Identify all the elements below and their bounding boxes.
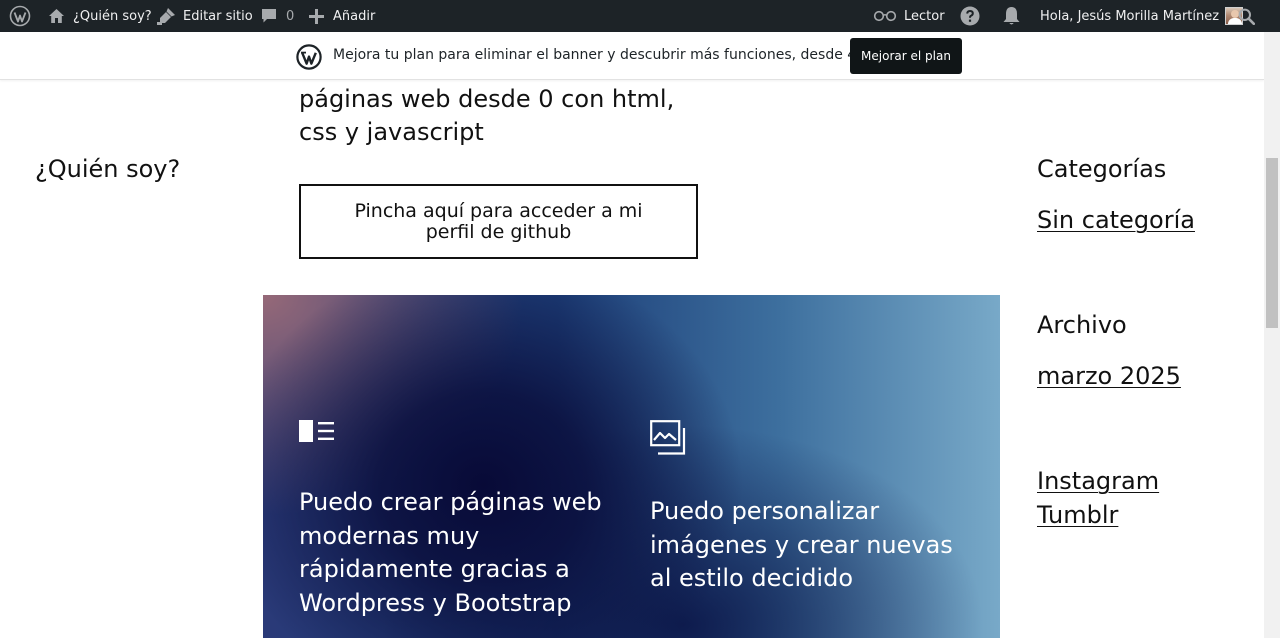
wordpress-logo-icon	[296, 44, 322, 70]
feature-web-line-1: Puedo crear páginas web	[299, 488, 602, 516]
github-profile-button[interactable]: Pincha aquí para acceder a mi perfil de …	[299, 184, 698, 259]
layout-icon	[299, 420, 335, 448]
hero-text-line-2: css y javascript	[299, 118, 484, 146]
help-icon	[960, 6, 980, 26]
adminbar-reader[interactable]: Lector	[873, 0, 945, 32]
feature-web-line-3: rápidamente gracias a	[299, 555, 570, 583]
search-icon	[1238, 8, 1255, 25]
adminbar-help[interactable]	[960, 0, 980, 32]
adminbar-edit-site-label: Editar sitio	[183, 8, 253, 24]
feature-web-text: Puedo crear páginas web modernas muy ráp…	[299, 486, 602, 620]
archive-link-marzo-2025[interactable]: marzo 2025	[1037, 359, 1181, 393]
archive-heading: Archivo	[1037, 311, 1127, 339]
adminbar-site-label: ¿Quién soy?	[73, 8, 152, 24]
categories-heading: Categorías	[1037, 155, 1167, 183]
social-link-tumblr[interactable]: Tumblr	[1037, 498, 1118, 532]
feature-images-line-2: imágenes y crear nuevas	[650, 530, 953, 559]
adminbar-add-new[interactable]: Añadir	[309, 0, 375, 32]
feature-web-line-2: modernas muy	[299, 521, 480, 550]
home-icon	[48, 8, 65, 24]
adminbar-add-new-label: Añadir	[333, 8, 376, 24]
wordpress-logo-button[interactable]	[9, 0, 31, 32]
brush-icon	[157, 7, 176, 25]
feature-images-line-3: al estilo decidido	[650, 564, 854, 592]
adminbar-comments-count: 0	[286, 8, 295, 24]
upgrade-plan-button[interactable]: Mejorar el plan	[850, 38, 962, 74]
adminbar-account[interactable]: Hola, Jesús Morilla Martínez	[1040, 0, 1244, 32]
adminbar-edit-site[interactable]: Editar sitio	[157, 0, 253, 32]
feature-images-text: Puedo personalizar imágenes y crear nuev…	[650, 495, 953, 596]
wordpress-logo-icon	[9, 5, 31, 27]
page-scrollbar-thumb[interactable]	[1266, 158, 1278, 328]
adminbar-greeting: Hola, Jesús Morilla Martínez	[1040, 8, 1220, 24]
social-link-instagram[interactable]: Instagram	[1037, 464, 1159, 498]
feature-images-line-1: Puedo personalizar	[650, 497, 880, 525]
comment-icon	[261, 8, 277, 24]
hero-text-line-1: páginas web desde 0 con html,	[299, 85, 675, 113]
gallery-icon	[650, 420, 686, 460]
bell-icon	[1003, 6, 1020, 26]
features-cover: Puedo crear páginas web modernas muy ráp…	[263, 295, 1000, 638]
feature-web-line-4: Wordpress y Bootstrap	[299, 588, 572, 617]
plus-icon	[309, 8, 324, 24]
adminbar-reader-label: Lector	[904, 8, 945, 24]
github-button-label: Pincha aquí para acceder a mi perfil de …	[354, 199, 643, 243]
category-link-sin-categoria[interactable]: Sin categoría	[1037, 203, 1195, 237]
admin-bar: ¿Quién soy? Editar sitio 0 Añadir Lector	[0, 0, 1280, 32]
page-scrollbar-track[interactable]	[1264, 32, 1280, 638]
site-title[interactable]: ¿Quién soy?	[35, 154, 180, 184]
adminbar-search[interactable]	[1238, 0, 1255, 32]
glasses-icon	[873, 10, 897, 22]
upgrade-banner: Mejora tu plan para eliminar el banner y…	[0, 32, 1264, 80]
banner-text: Mejora tu plan para eliminar el banner y…	[333, 47, 909, 63]
adminbar-notifications[interactable]	[1003, 0, 1020, 32]
adminbar-site-link[interactable]: ¿Quién soy?	[48, 0, 152, 32]
adminbar-comments[interactable]: 0	[261, 0, 294, 32]
